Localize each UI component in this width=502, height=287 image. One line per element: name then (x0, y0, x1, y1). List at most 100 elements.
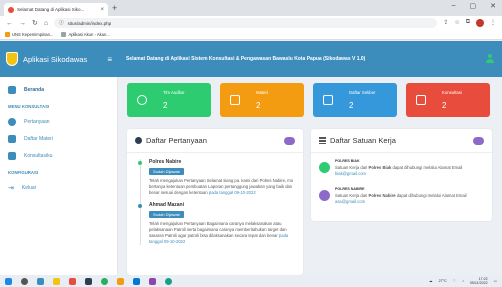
os-taskbar: ☁ 27°C ⌔ ♪ 17:22 05/11/2022 ▭ (0, 275, 502, 287)
url-field[interactable]: ⓘ situs/admin/index.php (54, 18, 438, 28)
maximize-icon[interactable]: ▢ (470, 2, 477, 10)
info-box-materi[interactable]: Materi 2 (220, 83, 304, 117)
collapse-badge[interactable] (473, 136, 484, 145)
app-header: Aplikasi Sikodawas ≡ Selamat Datang di A… (0, 41, 502, 77)
work-units-panel: Daftar Satuan Kerja POLRES BIAK Satuan K… (311, 129, 492, 221)
start-icon[interactable] (5, 277, 12, 285)
unit-avatar (319, 190, 330, 201)
home-nav-icon[interactable]: ⌂ (44, 20, 48, 27)
brand-name[interactable]: Aplikasi Sikodawas (23, 55, 87, 64)
timeline-item: Polres Nabire Sudah Dijawab Telah mengaj… (138, 159, 295, 196)
profile-icon[interactable] (476, 19, 484, 27)
main-content: Tim Auditor 2 Materi 2 Daftar Sekber 2 K… (118, 77, 502, 275)
sidebar-item-konsultasiku[interactable]: Konsultasiku (0, 147, 117, 164)
sidebar-item-daftar-materi[interactable]: Daftar Materi (0, 130, 117, 147)
system-tray: ☁ 27°C ⌔ ♪ 17:22 05/11/2022 ▭ (429, 277, 497, 285)
panel-header: Daftar Pertanyaan (127, 129, 303, 153)
sidebar: Beranda MENU KONSULTASI Pertanyaan Dafta… (0, 77, 118, 275)
work-unit-item: POLRES BIAK Satuan Kerja dari Polres Bia… (311, 153, 492, 181)
status-badge: Sudah Dijawab (149, 168, 184, 175)
browser-actions: ⇪ ☆ ⧉ ⋮ (443, 19, 496, 27)
app-icon[interactable] (149, 277, 156, 285)
bookmark-item[interactable]: UNS Kepemimpinan... (5, 32, 53, 37)
favicon-icon (8, 6, 14, 13)
bookmarks-bar: UNS Kepemimpinan... Aplikasi Akun - Akun… (0, 30, 502, 40)
info-box-value: 2 (349, 101, 354, 110)
extensions-icon[interactable]: ⧉ (466, 19, 470, 27)
chat-bubble-icon (416, 95, 426, 105)
back-icon[interactable]: ← (6, 20, 13, 27)
unit-name: POLRES BIAK (335, 159, 360, 163)
question-author: Polres Nabire (149, 159, 182, 165)
header-title: Selamat Datang di Aplikasi Sistem Konsul… (126, 56, 366, 62)
app-icon[interactable] (117, 277, 124, 285)
unit-email[interactable]: biak@gmail.com (335, 171, 366, 176)
logo-icon (6, 52, 18, 66)
info-box-label: Materi (256, 90, 268, 95)
forward-icon[interactable]: → (19, 20, 26, 27)
close-tab-icon[interactable]: × (100, 7, 104, 13)
window-controls: – ▢ ✕ (452, 2, 496, 10)
address-bar: ← → ↻ ⌂ ⓘ situs/admin/index.php ⇪ ☆ ⧉ ⋮ (0, 16, 502, 30)
app-icon[interactable] (85, 277, 92, 285)
share-icon[interactable]: ⇪ (443, 19, 448, 27)
app-icon[interactable] (69, 277, 76, 285)
info-box-tim-auditor[interactable]: Tim Auditor 2 (127, 83, 211, 117)
minimize-icon[interactable]: – (452, 2, 456, 10)
sidebar-section-header: MENU KONSULTASI (8, 104, 50, 109)
bookmark-icon (61, 32, 67, 37)
weather-icon: ☁ (429, 279, 433, 283)
timeline-dot (138, 161, 142, 165)
task-view-icon[interactable] (37, 277, 44, 285)
wifi-icon[interactable]: ⌔ (453, 279, 456, 284)
file-explorer-icon[interactable] (53, 277, 60, 285)
user-icon[interactable] (486, 54, 494, 64)
question-icon (8, 117, 16, 126)
panel-header: Daftar Satuan Kerja (311, 129, 492, 153)
timeline-item: Ahmad Mazani Sudah Dijawab Telah mengaju… (138, 202, 295, 245)
question-text: Telah mengajukan Pertanyaan Selamat sian… (149, 178, 294, 195)
question-text: Telah mengajukan Pertanyaan Bagaimana ca… (149, 221, 289, 244)
hamburger-icon[interactable]: ≡ (107, 55, 112, 64)
sidebar-item-beranda[interactable]: Beranda (0, 81, 117, 98)
bookmark-item[interactable]: Aplikasi Akun - Akun... (61, 32, 110, 37)
info-box-value: 2 (163, 101, 168, 110)
panel-title: Daftar Pertanyaan (146, 136, 207, 145)
new-tab-button[interactable]: + (112, 3, 117, 13)
close-window-icon[interactable]: ✕ (490, 2, 496, 10)
info-box-value: 2 (256, 101, 261, 110)
sidebar-item-pertanyaan[interactable]: Pertanyaan (0, 113, 117, 130)
info-icon: ⓘ (59, 20, 64, 25)
questions-panel: Daftar Pertanyaan Polres Nabire Sudah Di… (127, 129, 303, 275)
volume-icon[interactable]: ♪ (462, 279, 464, 283)
info-box-label: Daftar Sekber (349, 90, 376, 95)
unit-description: Satuan Kerja dari Polres Biak dapat dihu… (335, 165, 463, 176)
app-icon[interactable] (165, 277, 172, 285)
unit-email[interactable]: asa@gmail.com (335, 199, 365, 204)
work-unit-item: POLRES NABIRE Satuan Kerja dari Polres N… (311, 181, 492, 209)
unit-avatar (319, 162, 330, 173)
support-icon (137, 95, 147, 105)
status-badge: Sudah Dijawab (149, 211, 184, 218)
clock[interactable]: 17:22 05/11/2022 (470, 277, 488, 285)
tab-title: Selamat Datang di Aplikasi Siko... (17, 7, 85, 12)
url-text: situs/admin/index.php (67, 20, 112, 26)
app-icon[interactable] (133, 277, 140, 285)
star-icon[interactable]: ☆ (454, 19, 459, 27)
info-box-daftar-sekber[interactable]: Daftar Sekber 2 (313, 83, 397, 117)
info-box-konsultasi[interactable]: Konsultasi 2 (406, 83, 490, 117)
info-boxes: Tim Auditor 2 Materi 2 Daftar Sekber 2 K… (127, 83, 490, 117)
notification-icon[interactable]: ▭ (494, 279, 497, 283)
info-box-label: Tim Auditor (163, 90, 185, 95)
collapse-badge[interactable] (284, 136, 295, 145)
chrome-icon[interactable] (101, 277, 108, 285)
search-icon[interactable] (21, 277, 28, 285)
question-author: Ahmad Mazani (149, 202, 185, 208)
info-box-label: Konsultasi (442, 90, 462, 95)
browser-tab[interactable]: Selamat Datang di Aplikasi Siko... × (4, 3, 108, 16)
reload-icon[interactable]: ↻ (32, 19, 38, 27)
sidebar-item-keluar[interactable]: ⇥ Keluar (0, 179, 117, 196)
chat-icon (8, 151, 16, 160)
bookmark-icon (5, 32, 10, 37)
menu-icon[interactable]: ⋮ (490, 19, 496, 27)
